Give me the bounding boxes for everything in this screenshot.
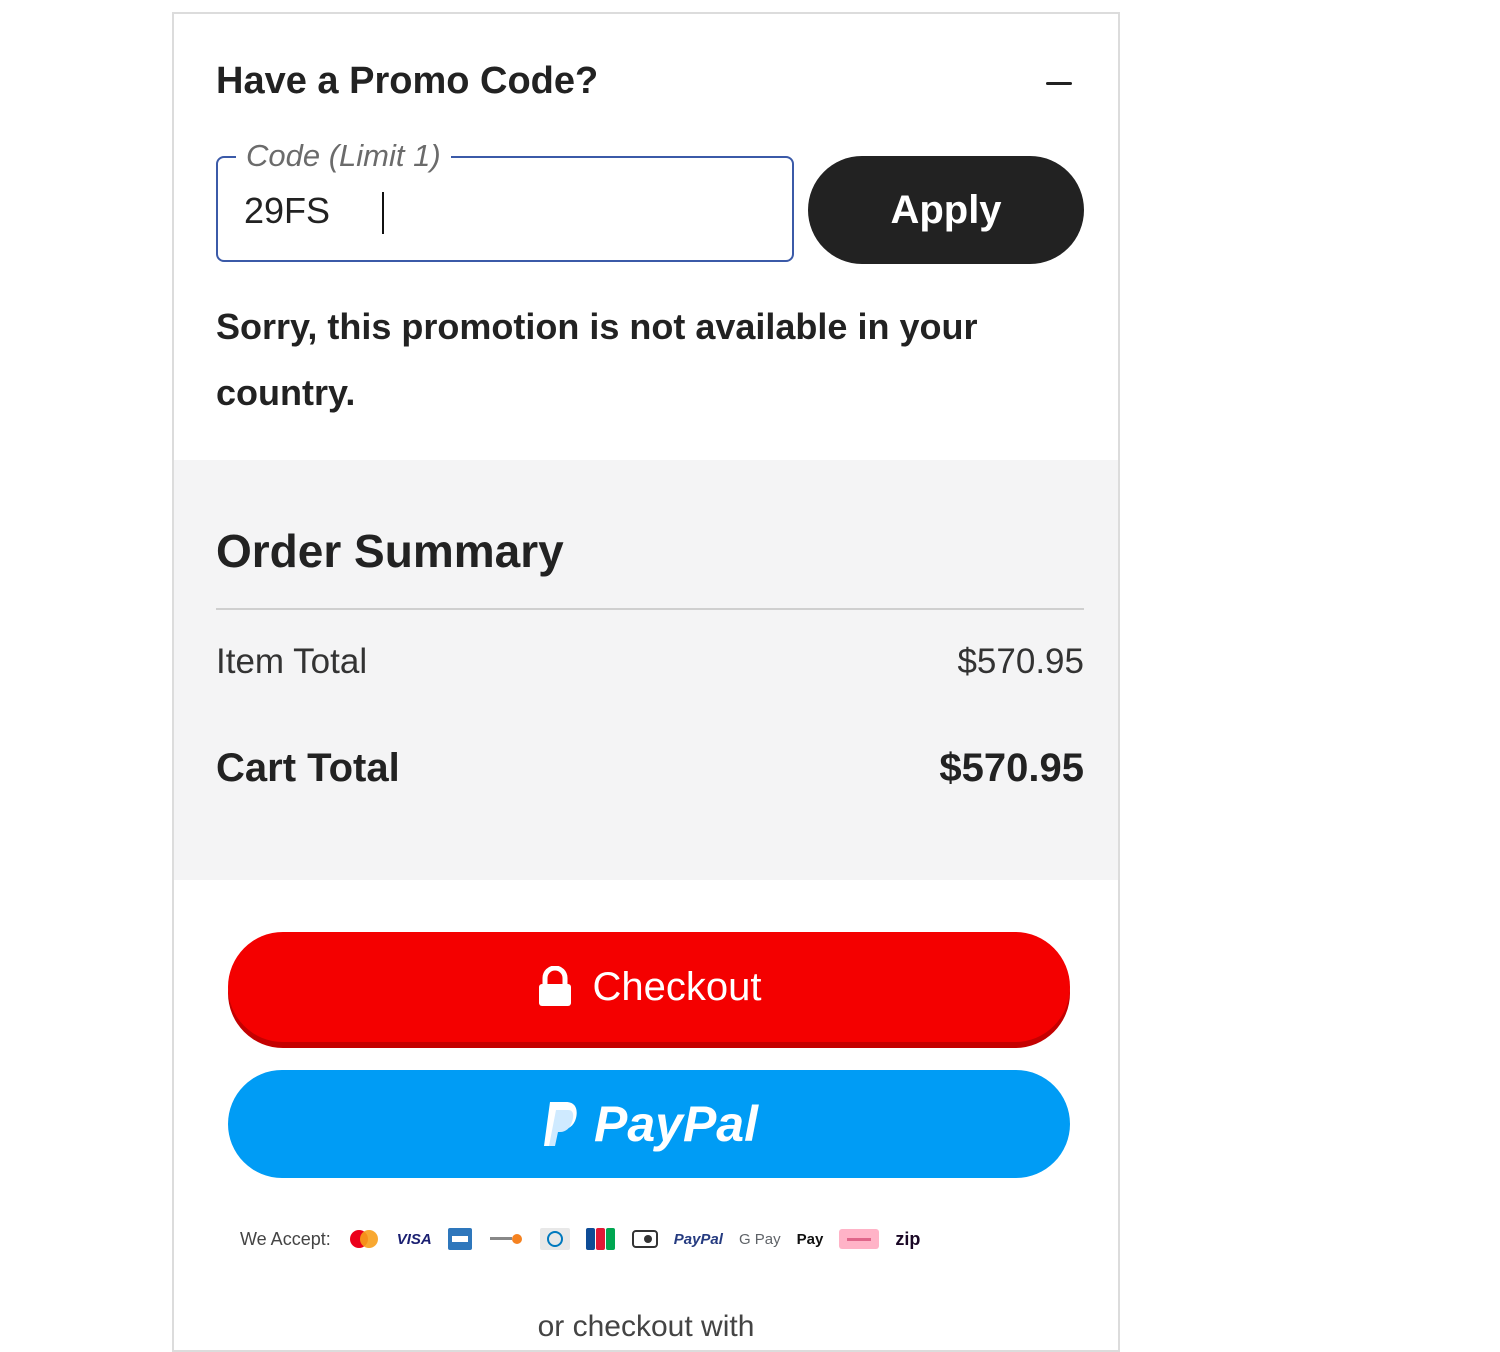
checkout-label: Checkout [592, 964, 762, 1009]
discover-icon [487, 1232, 524, 1246]
amex-icon [447, 1228, 472, 1250]
mastercard-icon [349, 1230, 378, 1248]
collapse-promo-button[interactable] [1034, 68, 1084, 98]
item-total-value: $570.95 [957, 642, 1084, 681]
google-pay-icon: G Pay [738, 1230, 781, 1248]
minus-icon [1046, 81, 1072, 85]
visa-icon: VISA [396, 1230, 432, 1248]
cart-total-row: Cart Total $570.95 [216, 746, 1084, 791]
cart-sidebar-panel: Have a Promo Code? Code (Limit 1) Apply … [172, 12, 1120, 1352]
apple-pay-icon: Pay [796, 1230, 824, 1248]
promo-title: Have a Promo Code? [216, 60, 599, 102]
paypal-button[interactable]: PayPal [228, 1070, 1070, 1178]
checkout-button[interactable]: Checkout [228, 932, 1070, 1042]
klarna-icon [839, 1229, 880, 1249]
we-accept-label: We Accept: [240, 1228, 331, 1249]
item-total-label: Item Total [216, 642, 368, 681]
apply-button[interactable]: Apply [808, 156, 1084, 264]
promo-code-input[interactable] [244, 186, 764, 236]
order-summary-title: Order Summary [216, 525, 564, 577]
promo-code-label: Code (Limit 1) [236, 136, 451, 176]
order-summary: Order Summary Item Total $570.95 Cart To… [174, 460, 1118, 880]
jcb-icon [585, 1228, 615, 1250]
paypal-logo-icon [543, 1102, 577, 1146]
text-caret [382, 192, 384, 234]
cart-total-label: Cart Total [216, 746, 400, 790]
lock-icon [538, 966, 571, 1006]
diners-club-icon [539, 1228, 570, 1250]
or-checkout-with-label: or checkout with [537, 1310, 755, 1343]
paypal-small-icon: PayPal [673, 1230, 723, 1248]
promo-code-field[interactable]: Code (Limit 1) [216, 136, 794, 262]
item-total-row: Item Total $570.95 [216, 642, 1084, 682]
cartes-bancaires-icon [631, 1230, 658, 1248]
summary-divider [216, 608, 1084, 610]
promo-error-message: Sorry, this promotion is not available i… [216, 306, 978, 413]
paypal-label: PayPal [593, 1096, 758, 1152]
cart-total-value: $570.95 [939, 746, 1084, 790]
zip-icon: zip [895, 1228, 921, 1249]
accepted-payments: We Accept: VISA PayPal G Pay Pay zip [240, 1224, 920, 1254]
